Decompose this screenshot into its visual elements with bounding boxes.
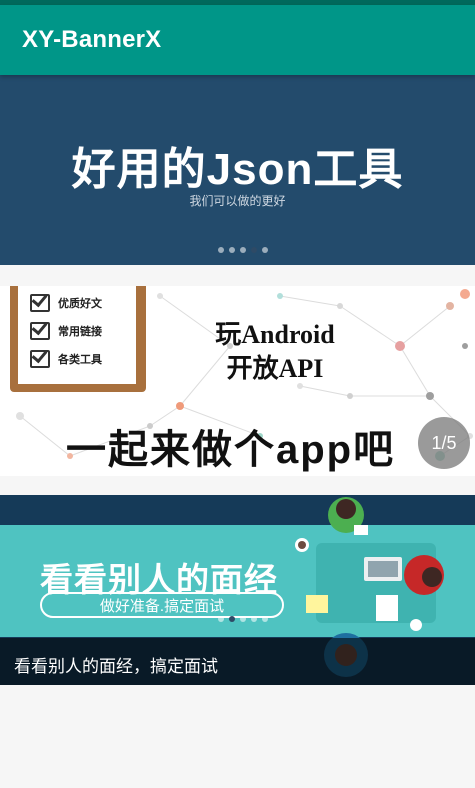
banner-title: 好用的Json工具: [71, 145, 404, 194]
indicator-dot: [262, 247, 268, 253]
checklist-item: 常用链接: [30, 322, 102, 340]
checkbox-icon: [30, 322, 50, 340]
banner-wanandroid[interactable]: 优质好文 常用链接 各类工具 玩Android 开放API 一起来做个app吧: [0, 286, 475, 476]
clipboard-graphic: 优质好文 常用链接 各类工具: [10, 286, 146, 392]
checklist-label: 常用链接: [58, 326, 102, 338]
banner-json-tool[interactable]: 好用的Json工具 我们可以做的更好: [0, 75, 475, 265]
checkbox-icon: [30, 294, 50, 312]
banner-caption: 看看别人的面经，搞定面试: [14, 657, 218, 676]
indicator-dot-active: [251, 247, 257, 253]
checklist-item: 优质好文: [30, 294, 102, 312]
clipboard-paper: 优质好文 常用链接 各类工具: [18, 286, 136, 384]
indicator-dot-active: [229, 616, 235, 622]
indicator-dot: [262, 616, 268, 622]
indicator-dot: [218, 247, 224, 253]
indicator-dot: [218, 616, 224, 622]
banner-interview[interactable]: 看看别人的面经 做好准备.搞定面试 看看别人的面经，搞定面试: [0, 495, 475, 685]
checklist-item: 各类工具: [30, 350, 102, 368]
checkbox-icon: [30, 350, 50, 368]
banner-title-line1: 玩Android: [215, 320, 335, 349]
banner-indicator-dots: [218, 616, 268, 622]
page-indicator-badge: 1/5: [418, 417, 470, 469]
checklist-label: 优质好文: [58, 298, 102, 310]
indicator-dot: [229, 247, 235, 253]
banner-slogan: 一起来做个app吧: [66, 428, 396, 472]
app-title: XY-BannerX: [22, 26, 162, 53]
indicator-dot: [251, 616, 257, 622]
banner-subtitle: 我们可以做的更好: [189, 194, 286, 208]
checklist-label: 各类工具: [58, 354, 102, 366]
banner-pill-label: 做好准备.搞定面试: [40, 592, 284, 618]
indicator-dot: [240, 247, 246, 253]
app-bar: XY-BannerX: [0, 5, 475, 75]
indicator-dot: [240, 616, 246, 622]
banner-title-line2: 开放API: [226, 354, 324, 383]
banner-indicator-dots: [218, 247, 268, 253]
